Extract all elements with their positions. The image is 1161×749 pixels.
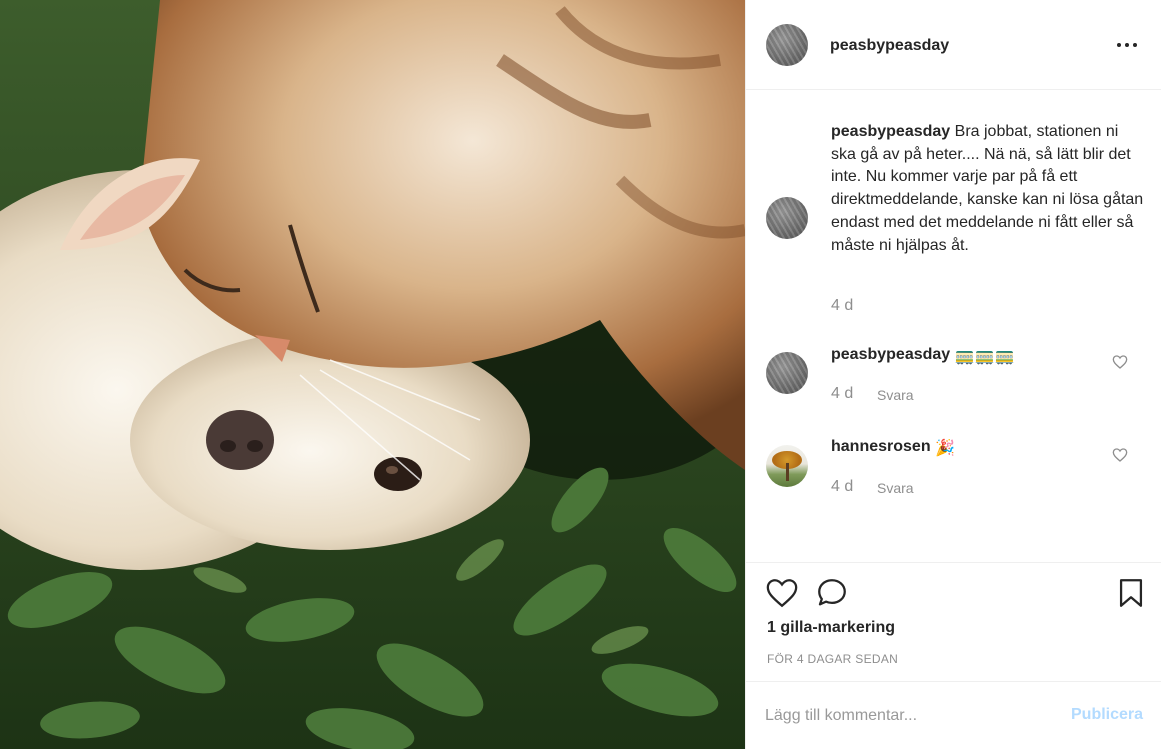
caption-username[interactable]: peasbypeasday — [831, 123, 950, 140]
publish-button[interactable]: Publicera — [1071, 706, 1143, 724]
comment-avatar[interactable] — [766, 352, 808, 394]
comment-bubble-icon[interactable] — [815, 576, 849, 610]
cat-dog-photo — [0, 0, 745, 749]
comment-item: peasbypeasday 🚃🚃🚃 — [831, 346, 1014, 366]
caption-text: Bra jobbat, stationen ni ska gå av på he… — [831, 123, 1144, 254]
caption-avatar[interactable] — [766, 197, 808, 239]
like-comment-heart-icon[interactable] — [1112, 447, 1128, 463]
comment-item: hannesrosen 🎉 — [831, 438, 955, 458]
reply-button[interactable]: Svara — [877, 387, 914, 403]
comment-text: 🎉 — [935, 440, 955, 457]
post-photo[interactable] — [0, 0, 745, 749]
add-comment-bar: Publicera — [746, 681, 1161, 749]
comment-avatar[interactable] — [766, 445, 808, 487]
comment-text: 🚃🚃🚃 — [954, 348, 1015, 365]
like-comment-heart-icon[interactable] — [1112, 354, 1128, 370]
comment-time[interactable]: 4 d — [831, 478, 853, 496]
post-header: peasbypeasday — [746, 0, 1161, 90]
caption: peasbypeasday Bra jobbat, stationen ni s… — [831, 121, 1146, 257]
post-dialog: peasbypeasday peasbypeasday Bra jobbat, … — [0, 0, 1161, 749]
author-avatar[interactable] — [766, 24, 808, 66]
comment-username[interactable]: hannesrosen — [831, 438, 931, 455]
comment-input[interactable] — [765, 704, 1045, 728]
bookmark-icon[interactable] — [1114, 576, 1148, 610]
post-side-panel: peasbypeasday peasbypeasday Bra jobbat, … — [745, 0, 1161, 749]
like-heart-icon[interactable] — [765, 576, 799, 610]
likes-count[interactable]: 1 gilla-markering — [767, 619, 895, 637]
reply-button[interactable]: Svara — [877, 480, 914, 496]
author-username[interactable]: peasbypeasday — [830, 37, 949, 55]
caption-time[interactable]: 4 d — [831, 297, 853, 315]
post-timestamp[interactable]: FÖR 4 DAGAR SEDAN — [767, 652, 898, 666]
more-options-icon[interactable] — [1112, 36, 1142, 54]
post-actions — [746, 562, 1161, 563]
comment-time[interactable]: 4 d — [831, 385, 853, 403]
comment-username[interactable]: peasbypeasday — [831, 346, 950, 363]
